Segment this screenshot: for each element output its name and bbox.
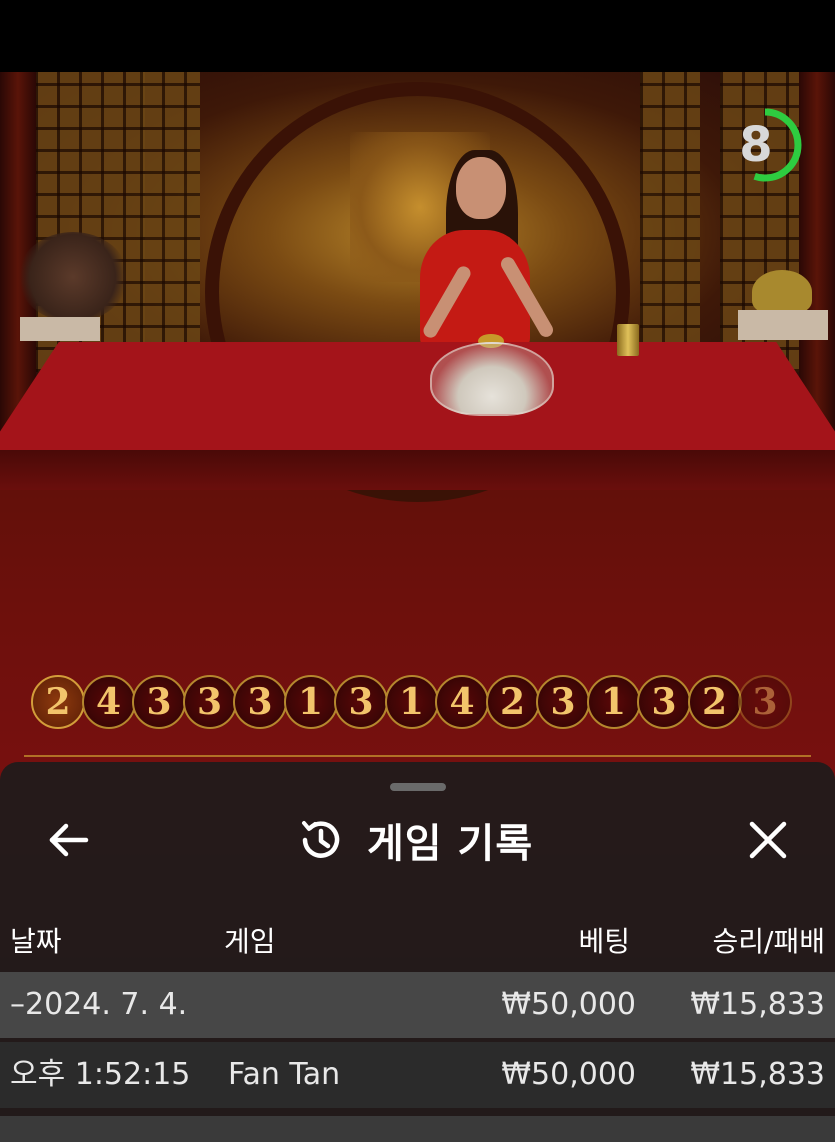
brass-cup: [617, 324, 639, 356]
roadmap-result: 3: [334, 675, 388, 729]
record-bet: ₩50,000: [501, 1057, 636, 1092]
roadmap-result: 3: [637, 675, 691, 729]
date-group-bet-total: ₩50,000: [501, 987, 636, 1022]
column-header-bet: 베팅: [578, 925, 630, 958]
roadmap-result: 3: [132, 675, 186, 729]
close-x-icon: [749, 821, 787, 859]
dragon-pedestal: [738, 310, 828, 340]
column-header-game: 게임: [224, 925, 276, 958]
game-record-row[interactable]: 오후 1:52:15 Fan Tan ₩50,000 ₩15,833: [0, 1042, 835, 1108]
lattice-panel-left-inner: [140, 72, 200, 372]
bet-grid-border: [24, 755, 811, 757]
app-screen: 8 243331314231323 게임 기록 날짜 게임 베팅 승리/패배 –…: [0, 0, 835, 1142]
roadmap-result: 4: [435, 675, 489, 729]
close-button[interactable]: [744, 816, 792, 864]
record-win-loss: ₩15,833: [690, 1057, 825, 1092]
record-time: 오후 1:52:15: [10, 1057, 191, 1092]
roadmap-result: 2: [687, 675, 742, 729]
status-bar: [0, 0, 835, 72]
date-group-row[interactable]: –2024. 7. 4. ₩50,000 ₩15,833: [0, 972, 835, 1038]
dragon-statue: [752, 270, 812, 314]
planter: [20, 317, 100, 341]
game-table-top: [0, 342, 835, 462]
dealer-head: [456, 157, 506, 219]
date-group-label: –2024. 7. 4.: [10, 987, 188, 1022]
column-header-win-loss: 승리/패배: [712, 925, 825, 958]
lattice-panel-right-inner: [640, 72, 700, 372]
roadmap-result: 3: [738, 675, 792, 729]
game-table-rail: [0, 450, 835, 490]
next-row-partial: [0, 1116, 835, 1142]
bead-dome: [430, 342, 554, 416]
roadmap-result: 2: [31, 675, 85, 729]
panel-drag-handle[interactable]: [390, 783, 446, 791]
countdown-timer: 8: [726, 106, 804, 184]
bonsai-plant: [18, 232, 128, 322]
roadmap-result: 3: [233, 675, 287, 729]
arrow-left-icon: [49, 823, 89, 857]
roadmap-result: 2: [485, 675, 540, 729]
roadmap-result: 3: [182, 675, 237, 729]
panel-header: 게임 기록: [295, 812, 533, 868]
roadmap-result: 4: [81, 675, 136, 729]
roadmap-result: 1: [586, 675, 641, 729]
back-button[interactable]: [44, 816, 92, 864]
history-clock-icon: [302, 821, 340, 858]
game-history-panel: 게임 기록 날짜 게임 베팅 승리/패배 –2024. 7. 4. ₩50,00…: [0, 762, 835, 1142]
roadmap-result: 3: [536, 675, 590, 729]
column-header-date: 날짜: [10, 925, 62, 958]
results-roadmap: 243331314231323: [31, 675, 792, 733]
countdown-value: 8: [739, 117, 773, 173]
roadmap-result: 1: [384, 675, 439, 729]
record-game-name: Fan Tan: [228, 1057, 341, 1092]
panel-title: 게임 기록: [367, 821, 534, 867]
roadmap-result: 1: [283, 675, 338, 729]
date-group-win-loss-total: ₩15,833: [690, 987, 825, 1022]
